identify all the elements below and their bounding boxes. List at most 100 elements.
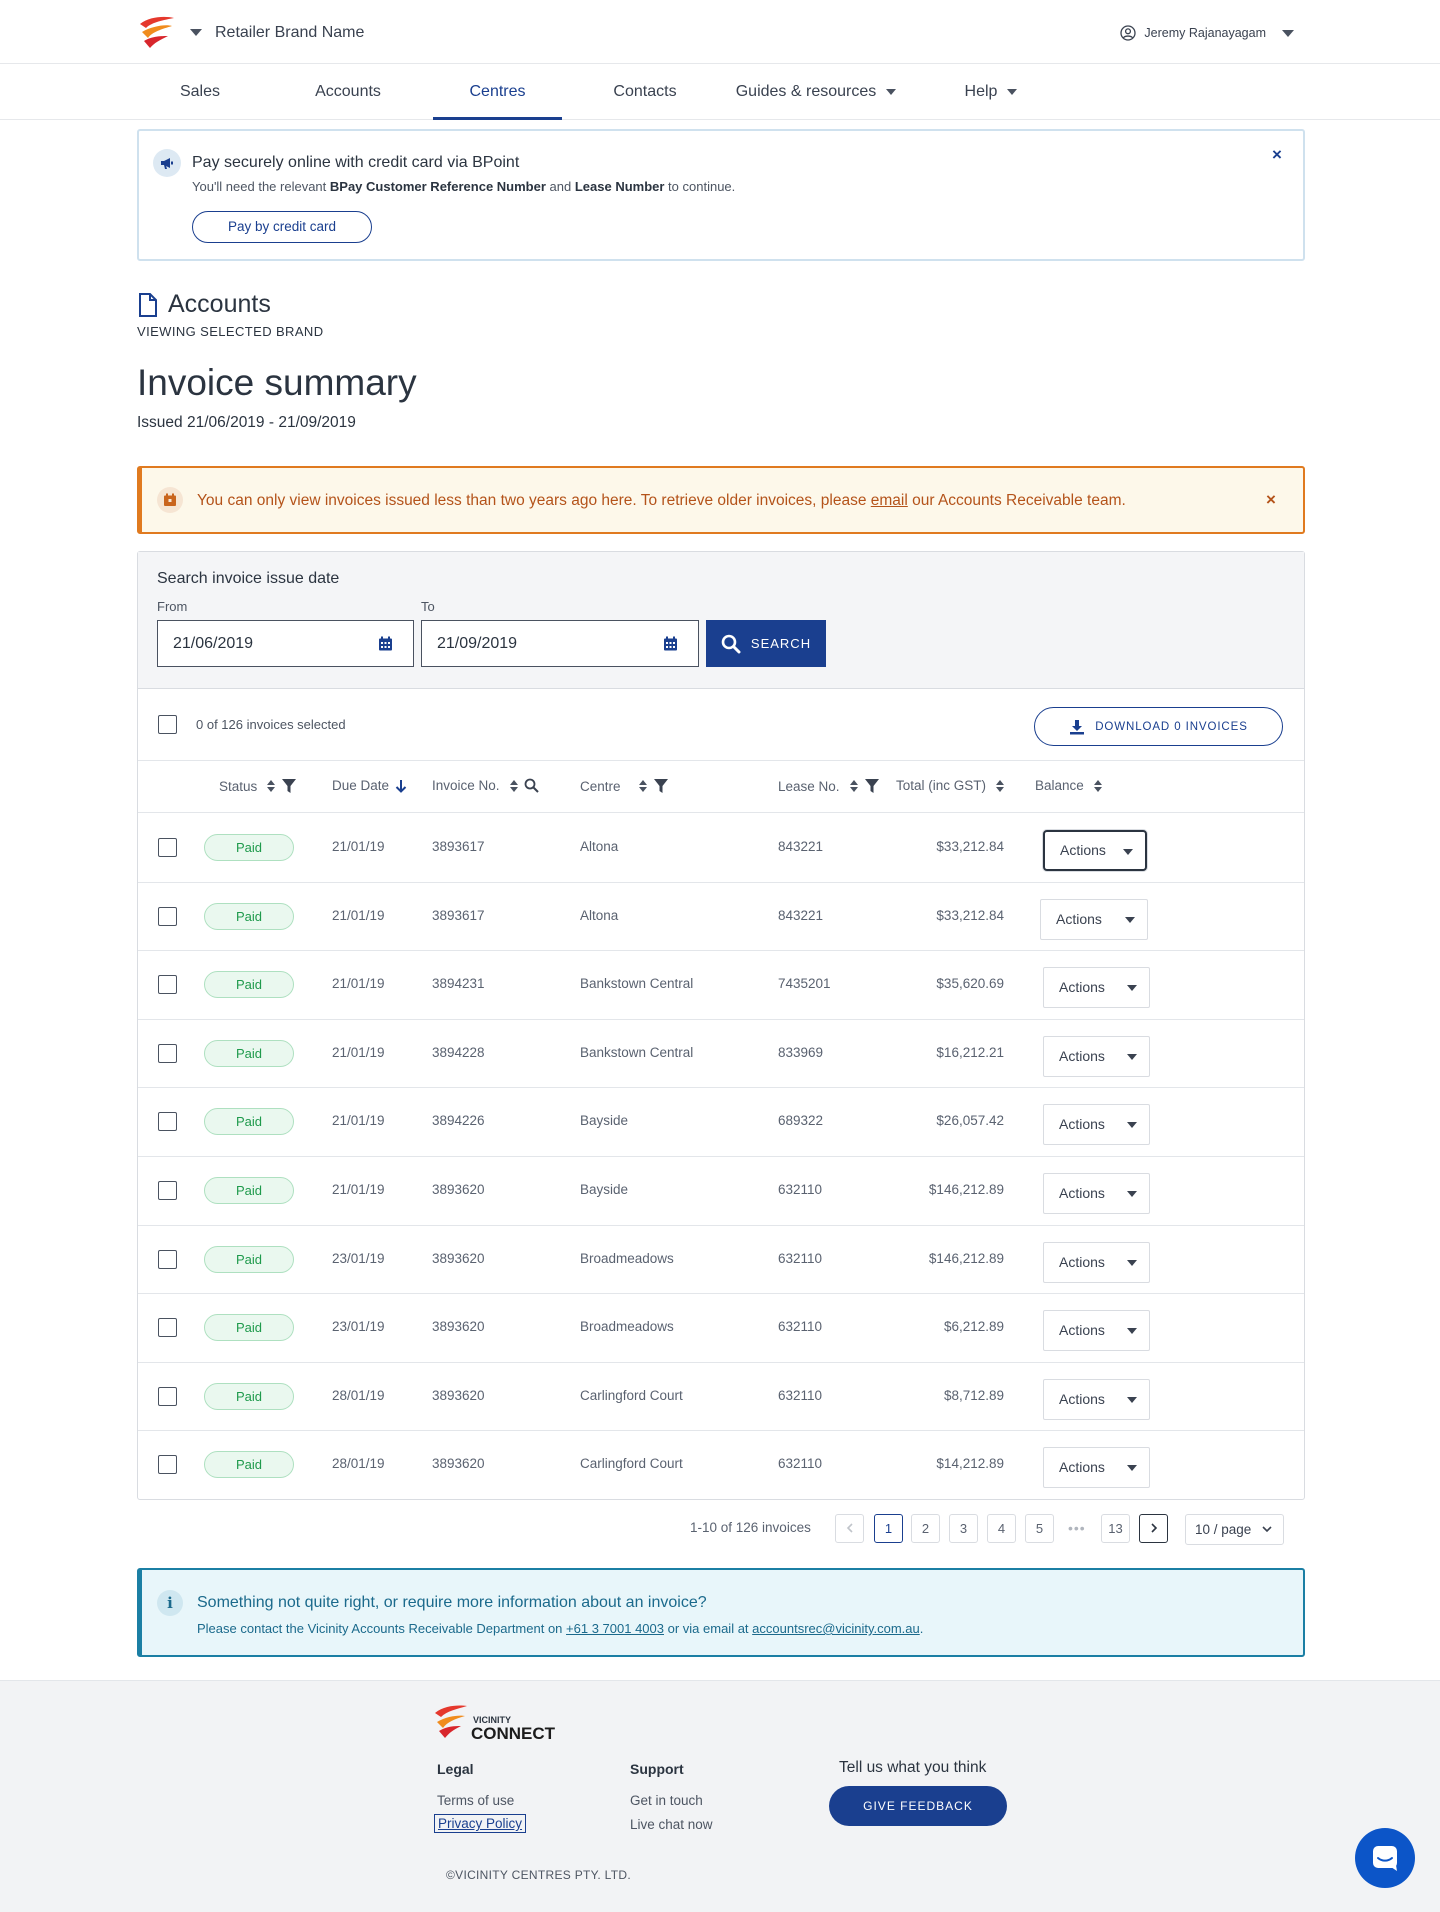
live-chat-link[interactable]: Live chat now xyxy=(630,1817,713,1832)
filter-icon[interactable] xyxy=(281,778,297,794)
column-centre[interactable]: Centre xyxy=(580,778,669,794)
get-in-touch-link[interactable]: Get in touch xyxy=(630,1793,703,1808)
page-5-button[interactable]: 5 xyxy=(1025,1514,1054,1543)
row-checkbox[interactable] xyxy=(158,1112,177,1132)
nav-sales[interactable]: Sales xyxy=(170,64,230,120)
column-lease-no[interactable]: Lease No. xyxy=(778,778,880,794)
user-menu[interactable]: Jeremy Rajanayagam xyxy=(1120,25,1294,41)
centre-cell: Altona xyxy=(580,839,619,854)
invoice-no-cell: 3893620 xyxy=(432,1456,485,1472)
next-page-button[interactable] xyxy=(1139,1514,1168,1543)
due-date-cell: 21/01/19 xyxy=(332,1044,385,1060)
sort-icon[interactable] xyxy=(509,779,518,792)
sort-icon[interactable] xyxy=(849,780,858,792)
brand-name[interactable]: Retailer Brand Name xyxy=(215,24,364,42)
calendar-icon[interactable] xyxy=(378,636,393,651)
filter-icon[interactable] xyxy=(864,778,880,794)
nav-help[interactable]: Help xyxy=(960,64,1022,120)
prev-page-button[interactable] xyxy=(835,1514,864,1543)
centre-cell: Bankstown Central xyxy=(580,976,694,992)
actions-dropdown[interactable]: Actions xyxy=(1043,830,1147,871)
due-date-cell: 23/01/19 xyxy=(332,1319,385,1335)
from-date-input[interactable]: 21/06/2019 xyxy=(157,620,414,667)
actions-dropdown[interactable]: Actions xyxy=(1043,1173,1150,1214)
page-1-button[interactable]: 1 xyxy=(874,1514,903,1543)
column-label: Centre xyxy=(580,778,621,794)
nav-centres[interactable]: Centres xyxy=(433,64,562,120)
row-checkbox[interactable] xyxy=(158,1043,177,1063)
status-badge: Paid xyxy=(204,1314,294,1342)
to-date-input[interactable]: 21/09/2019 xyxy=(421,620,699,667)
actions-dropdown[interactable]: Actions xyxy=(1043,1447,1150,1489)
download-icon xyxy=(1070,719,1085,734)
sort-icon[interactable] xyxy=(638,780,647,792)
close-icon[interactable]: × xyxy=(1266,490,1276,510)
calendar-icon[interactable] xyxy=(663,636,678,651)
actions-dropdown[interactable]: Actions xyxy=(1043,1241,1150,1283)
select-all-checkbox[interactable] xyxy=(158,715,177,734)
row-checkbox[interactable] xyxy=(158,1455,177,1475)
filter-icon[interactable] xyxy=(653,778,669,794)
vicinity-connect-logo[interactable]: VICINITY CONNECT xyxy=(433,1703,568,1743)
column-balance[interactable]: Balance xyxy=(1035,778,1102,793)
column-total[interactable]: Total (inc GST) xyxy=(896,778,1005,793)
copyright: ©VICINITY CENTRES PTY. LTD. xyxy=(446,1868,631,1882)
nav-guides-resources[interactable]: Guides & resources xyxy=(733,64,899,120)
actions-dropdown[interactable]: Actions xyxy=(1043,967,1150,1009)
brand-dropdown-icon[interactable] xyxy=(190,29,202,36)
column-due-date[interactable]: Due Date xyxy=(332,778,407,793)
email-link[interactable]: email xyxy=(871,492,908,509)
row-checkbox[interactable] xyxy=(158,1249,177,1269)
actions-dropdown[interactable]: Actions xyxy=(1043,1378,1150,1420)
sort-icon[interactable] xyxy=(1093,779,1102,792)
search-button[interactable]: SEARCH xyxy=(706,620,826,667)
row-checkbox[interactable] xyxy=(158,838,177,857)
nav-accounts[interactable]: Accounts xyxy=(300,64,396,120)
page-size-select[interactable]: 10 / page xyxy=(1185,1514,1284,1545)
actions-dropdown[interactable]: Actions xyxy=(1043,1310,1150,1352)
footer-support-heading: Support xyxy=(630,1761,684,1777)
pay-by-credit-card-button[interactable]: Pay by credit card xyxy=(192,211,372,243)
actions-dropdown[interactable]: Actions xyxy=(1043,1104,1150,1146)
actions-dropdown[interactable]: Actions xyxy=(1043,1035,1150,1077)
warning-banner: You can only view invoices issued less t… xyxy=(137,466,1305,534)
give-feedback-button[interactable]: GIVE FEEDBACK xyxy=(829,1786,1007,1826)
actions-label: Actions xyxy=(1059,1253,1105,1270)
info-text-mid: or via email at xyxy=(664,1621,753,1636)
page-3-button[interactable]: 3 xyxy=(949,1514,978,1543)
sort-icon[interactable] xyxy=(267,780,276,792)
nav-label: Accounts xyxy=(315,83,381,100)
phone-link[interactable]: +61 3 7001 4003 xyxy=(566,1621,664,1636)
row-checkbox[interactable] xyxy=(158,1386,177,1406)
warning-text-before: You can only view invoices issued less t… xyxy=(197,492,871,509)
page-4-button[interactable]: 4 xyxy=(987,1514,1016,1543)
row-checkbox[interactable] xyxy=(158,906,177,926)
arrow-down-icon[interactable] xyxy=(395,779,407,793)
download-invoices-button[interactable]: DOWNLOAD 0 INVOICES xyxy=(1034,707,1283,746)
chat-launcher-button[interactable] xyxy=(1355,1828,1415,1888)
vicinity-logo[interactable] xyxy=(136,14,176,50)
issued-range: Issued 21/06/2019 - 21/09/2019 xyxy=(137,414,356,431)
close-icon[interactable]: × xyxy=(1272,145,1282,165)
column-invoice-no[interactable]: Invoice No. xyxy=(432,778,539,793)
nav-label: Guides & resources xyxy=(735,83,877,100)
bpoint-banner: Pay securely online with credit card via… xyxy=(137,129,1305,261)
row-checkbox[interactable] xyxy=(158,1181,177,1200)
search-icon[interactable] xyxy=(524,778,539,793)
nav-contacts[interactable]: Contacts xyxy=(604,64,686,120)
terms-of-use-link[interactable]: Terms of use xyxy=(437,1793,514,1808)
column-status[interactable]: Status xyxy=(219,778,297,794)
chevron-down-icon xyxy=(1125,916,1135,923)
pagination-ellipsis[interactable]: ••• xyxy=(1068,1520,1086,1536)
privacy-policy-link[interactable]: Privacy Policy xyxy=(434,1814,527,1833)
selection-bar: 0 of 126 invoices selected DOWNLOAD 0 IN… xyxy=(138,689,1304,761)
table-row: Paid 21/01/19 3894226 Bayside 689322 $26,057.… xyxy=(138,1088,1304,1157)
status-badge: Paid xyxy=(204,1382,294,1410)
page-2-button[interactable]: 2 xyxy=(911,1514,940,1543)
actions-dropdown[interactable]: Actions xyxy=(1040,898,1148,940)
email-link[interactable]: accountsrec@vicinity.com.au xyxy=(752,1621,920,1636)
row-checkbox[interactable] xyxy=(158,975,177,995)
sort-icon[interactable] xyxy=(996,779,1005,792)
page-13-button[interactable]: 13 xyxy=(1101,1514,1130,1543)
row-checkbox[interactable] xyxy=(158,1318,177,1338)
